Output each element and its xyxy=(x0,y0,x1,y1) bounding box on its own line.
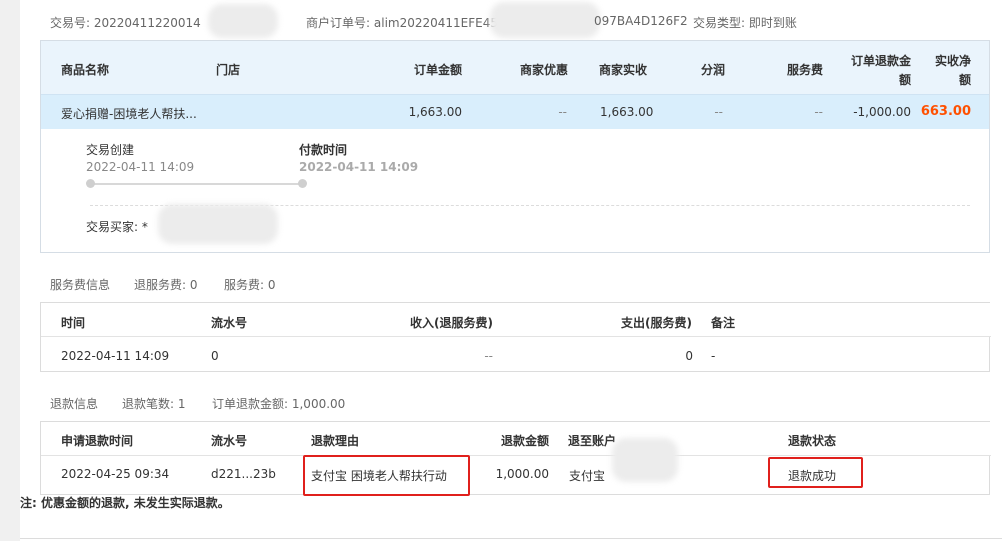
order-refund: -1,000.00 xyxy=(853,105,911,119)
footnote: 注: 优惠金额的退款, 未发生实际退款。 xyxy=(20,496,230,510)
timeline-dot-paid xyxy=(298,179,307,188)
col-split: 分润 xyxy=(701,63,726,77)
service-fee-table: 时间 流水号 收入(退服务费) 支出(服务费) 备注 2022-04-11 14… xyxy=(40,302,991,372)
trade-type: 交易类型: 即时到账 xyxy=(693,14,797,31)
sf-row-time: 2022-04-11 14:09 xyxy=(61,349,170,363)
highlight-refund-status xyxy=(768,457,863,488)
order-discount: -- xyxy=(558,105,567,119)
sf-col-remark: 备注 xyxy=(711,316,736,330)
rf-col-amount: 退款金额 xyxy=(501,434,550,448)
merchant-order: 商户订单号: alim20220411EFE458 xyxy=(306,14,506,31)
order-net: 663.00 xyxy=(920,104,971,119)
timeline-paid-label: 付款时间 xyxy=(299,143,348,157)
col-net: 实收净 额 xyxy=(921,52,971,88)
timeline-progress-line xyxy=(90,183,302,185)
col-net-line1: 实收净 xyxy=(934,54,971,68)
refund-table-header: 申请退款时间 流水号 退款理由 退款金额 退至账户 退款状态 xyxy=(41,422,991,456)
service-fee-table-header: 时间 流水号 收入(退服务费) 支出(服务费) 备注 xyxy=(41,303,991,337)
sf-col-income: 收入(退服务费) xyxy=(410,316,493,330)
trade-no: 交易号: 20220411220014 xyxy=(50,14,201,31)
trade-type-value: 即时到账 xyxy=(748,16,797,30)
service-fee-title: 服务费信息 xyxy=(50,278,111,292)
merchant-order-value: alim20220411EFE458 xyxy=(373,16,506,30)
trade-type-label: 交易类型: xyxy=(693,16,746,30)
order-split: -- xyxy=(714,105,723,119)
order-table-header: 商品名称 门店 订单金额 商家优惠 商家实收 分润 服务费 订单退款金 额 实收… xyxy=(41,41,989,95)
rf-col-account: 退至账户 xyxy=(568,434,617,448)
merchant-order-label: 商户订单号: xyxy=(306,16,371,30)
rf-col-status: 退款状态 xyxy=(788,434,837,448)
rf-row-serial[interactable]: d221...23b xyxy=(211,467,276,481)
rf-col-serial: 流水号 xyxy=(211,434,248,448)
rf-col-apply-time: 申请退款时间 xyxy=(61,434,134,448)
col-refund-amount[interactable]: 订单退款金 额 xyxy=(841,52,911,88)
col-refund-amount-line2: 额 xyxy=(898,73,911,87)
redaction-blur xyxy=(158,204,278,244)
page-sheet: 交易号: 20220411220014 商户订单号: alim20220411E… xyxy=(20,0,1002,541)
sf-col-time: 时间 xyxy=(61,316,86,330)
refund-count: 退款笔数: 1 xyxy=(122,397,186,411)
rf-row-account: 支付宝 xyxy=(569,469,606,483)
highlight-refund-reason xyxy=(303,455,470,496)
col-refund-amount-line1: 订单退款金 xyxy=(850,54,911,68)
order-service-fee: -- xyxy=(814,105,823,119)
timeline-paid-time: 2022-04-11 14:09 xyxy=(299,160,419,174)
sf-row-income: -- xyxy=(484,349,493,363)
col-store: 门店 xyxy=(216,63,241,77)
refund-amount-total: 订单退款金额: 1,000.00 xyxy=(212,397,346,411)
trade-no-value: 20220411220014 xyxy=(93,16,201,30)
buyer-label: 交易买家: * xyxy=(86,220,148,234)
sf-col-expense: 支出(服务费) xyxy=(621,316,692,330)
trade-no-label: 交易号: xyxy=(50,16,91,30)
timeline-created-time: 2022-04-11 14:09 xyxy=(86,160,195,174)
service-fee-refund: 退服务费: 0 xyxy=(134,278,198,292)
col-amount: 订单金额 xyxy=(414,63,463,77)
rf-row-amount: 1,000.00 xyxy=(495,467,549,481)
bottom-border xyxy=(20,538,1002,539)
sf-row-serial: 0 xyxy=(211,349,219,363)
order-amount: 1,663.00 xyxy=(408,105,462,119)
order-received: 1,663.00 xyxy=(600,105,654,119)
sf-row-expense: 0 xyxy=(685,349,693,363)
sf-row-remark: - xyxy=(711,349,716,363)
timeline-dot-created xyxy=(86,179,95,188)
merchant-order-suffix: 097BA4D126F2 xyxy=(594,14,688,28)
timeline-created-label: 交易创建 xyxy=(86,143,135,157)
col-received: 商家实收 xyxy=(599,63,648,77)
col-discount: 商家优惠 xyxy=(520,63,569,77)
rf-col-reason: 退款理由 xyxy=(311,434,360,448)
redaction-blur xyxy=(490,2,600,38)
refund-title: 退款信息 xyxy=(50,397,99,411)
service-fee-total: 服务费: 0 xyxy=(224,278,276,292)
order-product: 爱心捐赠-困境老人帮扶... xyxy=(61,107,197,121)
rf-row-apply-time: 2022-04-25 09:34 xyxy=(61,467,170,481)
col-service-fee[interactable]: 服务费 xyxy=(787,61,823,78)
redaction-blur xyxy=(208,4,278,38)
col-net-line2: 额 xyxy=(958,73,971,87)
col-product: 商品名称 xyxy=(61,63,110,77)
sf-col-serial: 流水号 xyxy=(211,316,248,330)
redaction-blur xyxy=(612,438,678,482)
order-row: 爱心捐赠-困境老人帮扶... 1,663.00 -- 1,663.00 -- -… xyxy=(41,95,989,129)
